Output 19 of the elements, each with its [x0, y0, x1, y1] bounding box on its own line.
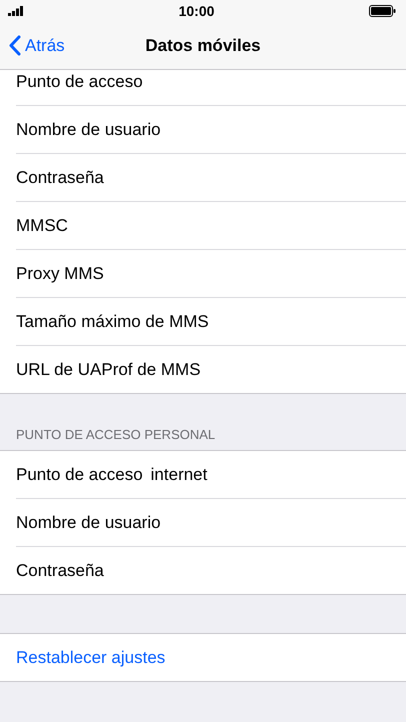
field-label: Contraseña	[16, 168, 104, 188]
field-label: Punto de acceso	[16, 72, 143, 92]
status-time: 10:00	[178, 3, 214, 19]
field-label: Proxy MMS	[16, 264, 104, 284]
field-label: Nombre de usuario	[16, 120, 161, 140]
section-header: PUNTO DE ACCESO PERSONAL	[16, 427, 216, 442]
field-label: MMSC	[16, 216, 68, 236]
field-label: Contraseña	[16, 560, 104, 580]
reset-settings-button[interactable]: Restablecer ajustes	[0, 633, 406, 682]
chevron-left-icon	[9, 35, 21, 56]
field-label: URL de UAProf de MMS	[16, 360, 201, 380]
back-button[interactable]: Atrás	[0, 34, 71, 57]
field-label: Punto de acceso	[16, 464, 143, 484]
battery-icon	[369, 5, 396, 17]
screen-title: Datos móviles	[145, 36, 261, 54]
input-field[interactable]: internet	[150, 464, 406, 484]
field-label: Tamaño máximo de MMS	[16, 312, 209, 332]
field-label: Nombre de usuario	[16, 512, 161, 532]
signal-icon	[8, 6, 24, 16]
